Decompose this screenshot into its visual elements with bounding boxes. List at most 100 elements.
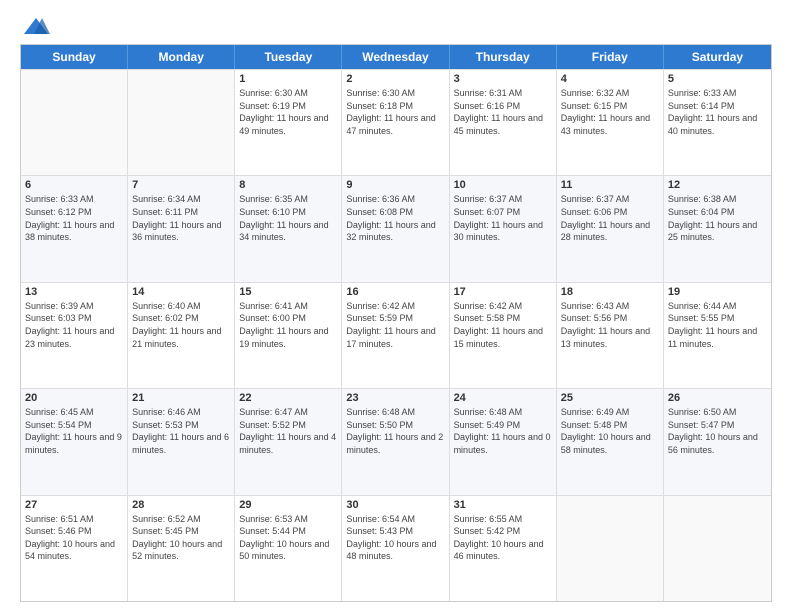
cell-info: Sunrise: 6:55 AM Sunset: 5:42 PM Dayligh… bbox=[454, 513, 552, 563]
cell-date: 2 bbox=[346, 73, 444, 85]
cell-date: 19 bbox=[668, 286, 767, 298]
cell-info: Sunrise: 6:52 AM Sunset: 5:45 PM Dayligh… bbox=[132, 513, 230, 563]
cell-date: 13 bbox=[25, 286, 123, 298]
cell-date: 4 bbox=[561, 73, 659, 85]
cell-info: Sunrise: 6:46 AM Sunset: 5:53 PM Dayligh… bbox=[132, 406, 230, 456]
cell-date: 22 bbox=[239, 392, 337, 404]
cell-info: Sunrise: 6:42 AM Sunset: 5:59 PM Dayligh… bbox=[346, 300, 444, 350]
cell-date: 16 bbox=[346, 286, 444, 298]
cell-date: 10 bbox=[454, 179, 552, 191]
calendar-cell: 10 Sunrise: 6:37 AM Sunset: 6:07 PM Dayli… bbox=[450, 176, 557, 281]
cell-info: Sunrise: 6:48 AM Sunset: 5:49 PM Dayligh… bbox=[454, 406, 552, 456]
calendar-cell: 3 Sunrise: 6:31 AM Sunset: 6:16 PM Daylig… bbox=[450, 70, 557, 175]
calendar-cell: 27Sunrise: 6:51 AM Sunset: 5:46 PM Dayli… bbox=[21, 496, 128, 601]
calendar-cell: 21 Sunrise: 6:46 AM Sunset: 5:53 PM Dayli… bbox=[128, 389, 235, 494]
cell-info: Sunrise: 6:44 AM Sunset: 5:55 PM Dayligh… bbox=[668, 300, 767, 350]
calendar-cell: 14 Sunrise: 6:40 AM Sunset: 6:02 PM Dayli… bbox=[128, 283, 235, 388]
calendar-cell: 23 Sunrise: 6:48 AM Sunset: 5:50 PM Dayli… bbox=[342, 389, 449, 494]
cell-info: Sunrise: 6:34 AM Sunset: 6:11 PM Dayligh… bbox=[132, 193, 230, 243]
cell-date: 29 bbox=[239, 499, 337, 511]
calendar-cell: 7 Sunrise: 6:34 AM Sunset: 6:11 PM Daylig… bbox=[128, 176, 235, 281]
calendar-cell bbox=[557, 496, 664, 601]
calendar-cell bbox=[128, 70, 235, 175]
cell-info: Sunrise: 6:42 AM Sunset: 5:58 PM Dayligh… bbox=[454, 300, 552, 350]
cell-info: Sunrise: 6:40 AM Sunset: 6:02 PM Dayligh… bbox=[132, 300, 230, 350]
cell-date: 17 bbox=[454, 286, 552, 298]
cell-date: 1 bbox=[239, 73, 337, 85]
cell-info: Sunrise: 6:39 AM Sunset: 6:03 PM Dayligh… bbox=[25, 300, 123, 350]
calendar-cell: 17 Sunrise: 6:42 AM Sunset: 5:58 PM Dayli… bbox=[450, 283, 557, 388]
day-header-friday: Friday bbox=[557, 45, 664, 69]
calendar-cell: 13 Sunrise: 6:39 AM Sunset: 6:03 PM Dayli… bbox=[21, 283, 128, 388]
cell-info: Sunrise: 6:37 AM Sunset: 6:07 PM Dayligh… bbox=[454, 193, 552, 243]
cell-info: Sunrise: 6:48 AM Sunset: 5:50 PM Dayligh… bbox=[346, 406, 444, 456]
calendar-cell: 1 Sunrise: 6:30 AM Sunset: 6:19 PM Daylig… bbox=[235, 70, 342, 175]
cell-date: 5 bbox=[668, 73, 767, 85]
cell-info: Sunrise: 6:31 AM Sunset: 6:16 PM Dayligh… bbox=[454, 87, 552, 137]
calendar-cell: 8 Sunrise: 6:35 AM Sunset: 6:10 PM Daylig… bbox=[235, 176, 342, 281]
cell-date: 14 bbox=[132, 286, 230, 298]
cell-date: 23 bbox=[346, 392, 444, 404]
calendar-row-5: 27Sunrise: 6:51 AM Sunset: 5:46 PM Dayli… bbox=[21, 495, 771, 601]
calendar-cell: 25 Sunrise: 6:49 AM Sunset: 5:48 PM Dayli… bbox=[557, 389, 664, 494]
calendar-cell: 22Sunrise: 6:47 AM Sunset: 5:52 PM Dayli… bbox=[235, 389, 342, 494]
page: SundayMondayTuesdayWednesdayThursdayFrid… bbox=[0, 0, 792, 612]
cell-date: 7 bbox=[132, 179, 230, 191]
cell-date: 25 bbox=[561, 392, 659, 404]
cell-date: 21 bbox=[132, 392, 230, 404]
calendar-cell bbox=[664, 496, 771, 601]
day-header-saturday: Saturday bbox=[664, 45, 771, 69]
calendar-body: 1 Sunrise: 6:30 AM Sunset: 6:19 PM Daylig… bbox=[21, 69, 771, 601]
calendar-cell: 31Sunrise: 6:55 AM Sunset: 5:42 PM Dayli… bbox=[450, 496, 557, 601]
calendar-cell: 4 Sunrise: 6:32 AM Sunset: 6:15 PM Daylig… bbox=[557, 70, 664, 175]
calendar-cell: 26 Sunrise: 6:50 AM Sunset: 5:47 PM Dayli… bbox=[664, 389, 771, 494]
cell-info: Sunrise: 6:32 AM Sunset: 6:15 PM Dayligh… bbox=[561, 87, 659, 137]
calendar-cell: 5 Sunrise: 6:33 AM Sunset: 6:14 PM Daylig… bbox=[664, 70, 771, 175]
cell-date: 15 bbox=[239, 286, 337, 298]
cell-info: Sunrise: 6:45 AM Sunset: 5:54 PM Dayligh… bbox=[25, 406, 123, 456]
cell-info: Sunrise: 6:33 AM Sunset: 6:14 PM Dayligh… bbox=[668, 87, 767, 137]
cell-date: 20 bbox=[25, 392, 123, 404]
cell-info: Sunrise: 6:33 AM Sunset: 6:12 PM Dayligh… bbox=[25, 193, 123, 243]
cell-date: 24 bbox=[454, 392, 552, 404]
cell-date: 27 bbox=[25, 499, 123, 511]
calendar-cell: 2 Sunrise: 6:30 AM Sunset: 6:18 PM Daylig… bbox=[342, 70, 449, 175]
day-header-monday: Monday bbox=[128, 45, 235, 69]
cell-info: Sunrise: 6:36 AM Sunset: 6:08 PM Dayligh… bbox=[346, 193, 444, 243]
cell-date: 18 bbox=[561, 286, 659, 298]
cell-info: Sunrise: 6:54 AM Sunset: 5:43 PM Dayligh… bbox=[346, 513, 444, 563]
cell-date: 12 bbox=[668, 179, 767, 191]
calendar-cell: 11Sunrise: 6:37 AM Sunset: 6:06 PM Dayli… bbox=[557, 176, 664, 281]
calendar-cell: 6Sunrise: 6:33 AM Sunset: 6:12 PM Daylig… bbox=[21, 176, 128, 281]
logo-icon bbox=[22, 16, 50, 36]
cell-date: 8 bbox=[239, 179, 337, 191]
cell-info: Sunrise: 6:49 AM Sunset: 5:48 PM Dayligh… bbox=[561, 406, 659, 456]
calendar-row-1: 1 Sunrise: 6:30 AM Sunset: 6:19 PM Daylig… bbox=[21, 69, 771, 175]
cell-info: Sunrise: 6:37 AM Sunset: 6:06 PM Dayligh… bbox=[561, 193, 659, 243]
cell-date: 30 bbox=[346, 499, 444, 511]
calendar-row-3: 13 Sunrise: 6:39 AM Sunset: 6:03 PM Dayli… bbox=[21, 282, 771, 388]
cell-date: 26 bbox=[668, 392, 767, 404]
cell-info: Sunrise: 6:30 AM Sunset: 6:18 PM Dayligh… bbox=[346, 87, 444, 137]
cell-info: Sunrise: 6:50 AM Sunset: 5:47 PM Dayligh… bbox=[668, 406, 767, 456]
cell-info: Sunrise: 6:53 AM Sunset: 5:44 PM Dayligh… bbox=[239, 513, 337, 563]
calendar-cell: 24 Sunrise: 6:48 AM Sunset: 5:49 PM Dayli… bbox=[450, 389, 557, 494]
calendar-cell: 9 Sunrise: 6:36 AM Sunset: 6:08 PM Daylig… bbox=[342, 176, 449, 281]
calendar-cell: 15 Sunrise: 6:41 AM Sunset: 6:00 PM Dayli… bbox=[235, 283, 342, 388]
calendar-cell: 16 Sunrise: 6:42 AM Sunset: 5:59 PM Dayli… bbox=[342, 283, 449, 388]
calendar-cell: 28 Sunrise: 6:52 AM Sunset: 5:45 PM Dayli… bbox=[128, 496, 235, 601]
cell-date: 9 bbox=[346, 179, 444, 191]
cell-info: Sunrise: 6:41 AM Sunset: 6:00 PM Dayligh… bbox=[239, 300, 337, 350]
cell-date: 28 bbox=[132, 499, 230, 511]
calendar-cell: 12 Sunrise: 6:38 AM Sunset: 6:04 PM Dayli… bbox=[664, 176, 771, 281]
day-header-sunday: Sunday bbox=[21, 45, 128, 69]
cell-info: Sunrise: 6:30 AM Sunset: 6:19 PM Dayligh… bbox=[239, 87, 337, 137]
calendar-cell bbox=[21, 70, 128, 175]
day-header-wednesday: Wednesday bbox=[342, 45, 449, 69]
calendar-cell: 18Sunrise: 6:43 AM Sunset: 5:56 PM Dayli… bbox=[557, 283, 664, 388]
calendar: SundayMondayTuesdayWednesdayThursdayFrid… bbox=[20, 44, 772, 602]
cell-info: Sunrise: 6:38 AM Sunset: 6:04 PM Dayligh… bbox=[668, 193, 767, 243]
cell-date: 3 bbox=[454, 73, 552, 85]
day-header-thursday: Thursday bbox=[450, 45, 557, 69]
cell-info: Sunrise: 6:35 AM Sunset: 6:10 PM Dayligh… bbox=[239, 193, 337, 243]
